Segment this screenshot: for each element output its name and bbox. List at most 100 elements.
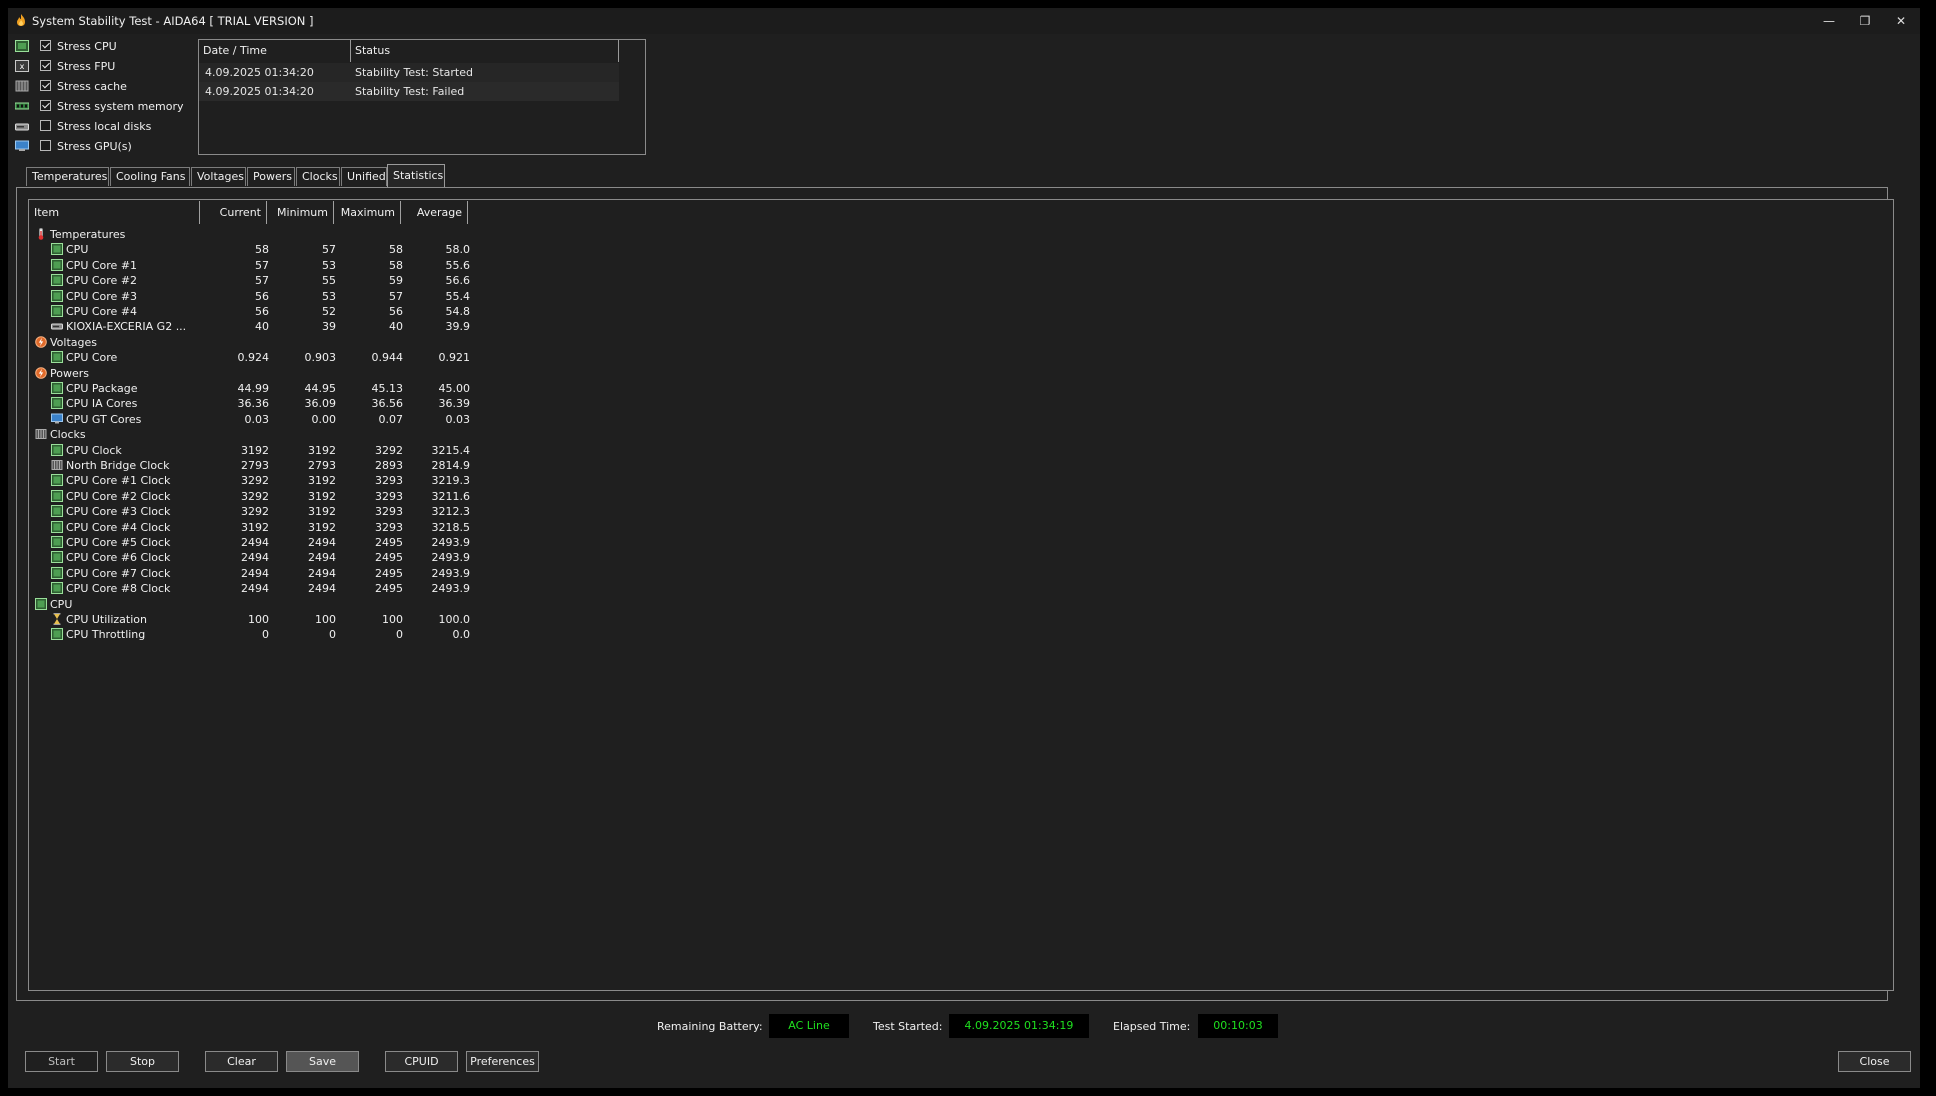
hourglass-icon <box>51 613 63 625</box>
disk-icon <box>51 320 63 332</box>
value-current: 57 <box>255 274 269 288</box>
northbridge-icon <box>51 459 63 471</box>
cpu-chip-icon <box>15 40 29 52</box>
save-button[interactable]: Save <box>286 1051 359 1072</box>
value-maximum: 0.944 <box>371 351 404 365</box>
title-bar[interactable]: System Stability Test - AIDA64 [ TRIAL V… <box>8 8 1920 34</box>
log-col-datetime[interactable]: Date / Time <box>199 40 351 62</box>
col-minimum[interactable]: Minimum <box>267 201 334 224</box>
value-maximum: 45.13 <box>371 382 404 395</box>
tab-powers[interactable]: Powers <box>247 167 295 186</box>
statistics-grid[interactable]: Item Current Minimum Maximum Average Tem… <box>28 199 1894 991</box>
item-label: CPU Core #4 <box>66 305 138 318</box>
cpu-chip-icon <box>51 443 63 456</box>
value-minimum: 0.00 <box>311 412 337 426</box>
value-maximum: 2495 <box>375 566 403 580</box>
log-time: 4.09.2025 01:34:20 <box>205 85 314 98</box>
elapsed-time-label: Elapsed Time: <box>1113 1020 1191 1033</box>
stress-disks-checkbox[interactable] <box>40 120 51 131</box>
stress-cpu-checkbox[interactable] <box>40 40 51 51</box>
tab-clocks[interactable]: Clocks <box>296 167 340 186</box>
power-icon <box>35 366 47 379</box>
value-average: 56.6 <box>445 274 471 288</box>
value-current: 2494 <box>241 582 269 596</box>
value-current: 56 <box>255 305 269 318</box>
battery-value: AC Line <box>769 1014 849 1038</box>
item-label: CPU Utilization <box>66 613 147 626</box>
stress-cache-checkbox[interactable] <box>40 80 51 91</box>
value-minimum: 0 <box>329 628 336 642</box>
stress-cache-option[interactable]: Stress cache <box>15 76 195 96</box>
cpuid-button[interactable]: CPUID <box>385 1051 458 1072</box>
stress-disks-option[interactable]: Stress local disks <box>15 116 195 136</box>
item-label: CPU Core #3 <box>66 289 138 303</box>
log-row[interactable]: 4.09.2025 01:34:20 Stability Test: Faile… <box>199 82 619 101</box>
cpu-chip-icon <box>51 305 63 317</box>
status-log[interactable]: Date / Time Status 4.09.2025 01:34:20 St… <box>198 39 646 155</box>
col-average[interactable]: Average <box>401 201 468 224</box>
value-average: 0.03 <box>445 412 471 426</box>
tab-cooling-fans[interactable]: Cooling Fans <box>110 167 190 186</box>
item-label: CPU GT Cores <box>66 412 142 426</box>
value-minimum: 53 <box>322 258 336 272</box>
item-label: CPU Core #7 Clock <box>66 566 171 580</box>
value-current: 44.99 <box>237 382 270 395</box>
stress-gpu-option[interactable]: Stress GPU(s) <box>15 136 195 156</box>
value-average: 3218.5 <box>431 520 471 534</box>
stress-memory-checkbox[interactable] <box>40 100 51 111</box>
clock-chip-icon <box>35 428 47 440</box>
close-button[interactable]: Close <box>1838 1051 1911 1072</box>
monitor-icon <box>51 413 63 425</box>
stress-cpu-option[interactable]: Stress CPU <box>15 36 195 56</box>
stop-button[interactable]: Stop <box>106 1051 179 1072</box>
item-label: CPU Core #6 Clock <box>66 551 171 565</box>
tab-statistics[interactable]: Statistics <box>387 164 445 187</box>
cpu-chip-icon <box>51 566 63 579</box>
value-current: 57 <box>255 258 269 272</box>
stress-fpu-option[interactable]: x Stress FPU <box>15 56 195 76</box>
value-maximum: 40 <box>389 320 403 334</box>
stress-fpu-checkbox[interactable] <box>40 60 51 71</box>
value-maximum: 0 <box>396 628 403 642</box>
value-average: 2493.9 <box>431 566 471 580</box>
log-time: 4.09.2025 01:34:20 <box>205 66 314 79</box>
value-current: 3292 <box>241 474 269 488</box>
value-average: 2493.9 <box>431 551 471 565</box>
log-col-status[interactable]: Status <box>351 40 619 62</box>
value-current: 58 <box>255 243 269 257</box>
tab-voltages[interactable]: Voltages <box>191 167 246 186</box>
log-status: Stability Test: Started <box>355 66 473 79</box>
close-window-button[interactable]: ✕ <box>1878 8 1924 34</box>
clear-button[interactable]: Clear <box>205 1051 278 1072</box>
col-maximum[interactable]: Maximum <box>334 201 401 224</box>
value-average: 3219.3 <box>431 474 471 488</box>
gpu-icon <box>15 140 29 151</box>
table-row[interactable]: CPU Throttling 0 0 0 0.0 <box>30 625 1890 644</box>
value-minimum: 3192 <box>308 505 336 519</box>
cpu-chip-icon <box>51 243 63 256</box>
value-current: 2494 <box>241 566 269 580</box>
stress-gpu-checkbox[interactable] <box>40 140 51 151</box>
voltage-icon <box>35 335 47 348</box>
stress-memory-option[interactable]: Stress system memory <box>15 96 195 116</box>
value-maximum: 57 <box>389 289 403 303</box>
tab-unified[interactable]: Unified <box>341 167 387 186</box>
preferences-button[interactable]: Preferences <box>466 1051 539 1072</box>
value-minimum: 3192 <box>308 489 336 503</box>
item-label: CPU Package <box>66 382 138 395</box>
test-started-label: Test Started: <box>873 1020 943 1033</box>
tab-temperatures[interactable]: Temperatures <box>26 167 109 186</box>
start-button[interactable]: Start <box>25 1051 98 1072</box>
disk-icon <box>15 123 29 131</box>
stress-cache-label: Stress cache <box>57 80 127 93</box>
value-minimum: 100 <box>315 613 336 626</box>
value-maximum: 56 <box>389 305 403 318</box>
value-average: 58.0 <box>445 243 471 257</box>
value-current: 2793 <box>241 459 269 472</box>
col-current[interactable]: Current <box>200 201 267 224</box>
log-row[interactable]: 4.09.2025 01:34:20 Stability Test: Start… <box>199 63 619 82</box>
value-maximum: 2495 <box>375 582 403 596</box>
value-average: 45.00 <box>438 382 471 395</box>
battery-label: Remaining Battery: <box>657 1020 763 1033</box>
col-item[interactable]: Item <box>30 201 200 224</box>
